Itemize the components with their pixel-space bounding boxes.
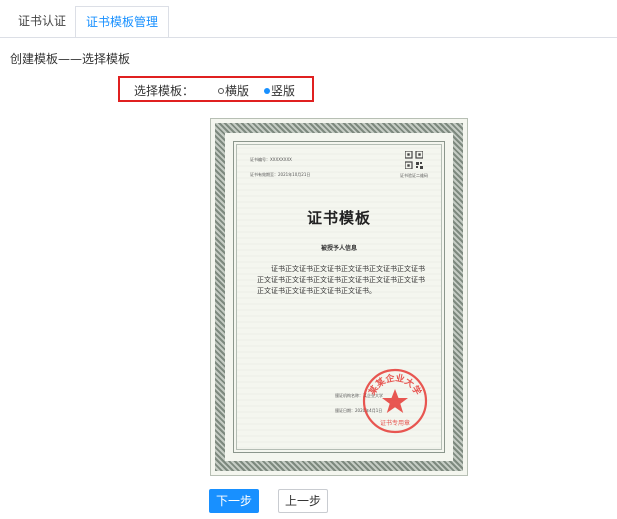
certificate-preview: 证书编号：XXXXXXXX 证书有效期至：2021年10月21日 证书验证二维码…: [210, 118, 468, 476]
radio-vertical-label: 竖版: [271, 84, 296, 98]
tab-bar: 证书认证 证书模板管理: [0, 0, 617, 38]
tab-divider: [0, 37, 617, 38]
certificate-number: 证书编号：XXXXXXXX: [250, 157, 292, 162]
page-title: 创建模板——选择模板: [10, 52, 131, 66]
tab-certificate-auth[interactable]: 证书认证: [8, 6, 76, 37]
seal-subtext: 证书专用章: [380, 419, 410, 427]
certificate-title: 证书模板: [306, 209, 371, 227]
qr-caption: 证书验证二维码: [400, 173, 428, 178]
recipient-heading: 被授予人信息: [320, 245, 357, 252]
tab-template-management[interactable]: 证书模板管理: [75, 6, 170, 38]
prev-step-button[interactable]: 上一步: [278, 489, 328, 513]
radio-horizontal-label: 横版: [225, 84, 250, 98]
template-select-label: 选择模板：: [134, 84, 195, 98]
radio-horizontal[interactable]: 横版: [218, 82, 249, 99]
next-step-button[interactable]: 下一步: [209, 489, 259, 513]
qr-code-icon: [405, 151, 423, 169]
certificate-body: 证书正文证书正文证书正文证书正文证书正文证书正文证书正文证书正文证书正文证书正文…: [257, 265, 425, 295]
certificate-validity: 证书有效期至：2021年10月21日: [250, 172, 311, 177]
seal-stamp-icon: 某某企业大学 证书专用章: [362, 368, 428, 434]
radio-vertical[interactable]: 竖版: [264, 82, 295, 99]
radio-unchecked-icon[interactable]: [218, 87, 224, 94]
radio-checked-icon[interactable]: [264, 87, 270, 94]
template-select-group: 选择模板： 横版 竖版: [118, 76, 314, 102]
